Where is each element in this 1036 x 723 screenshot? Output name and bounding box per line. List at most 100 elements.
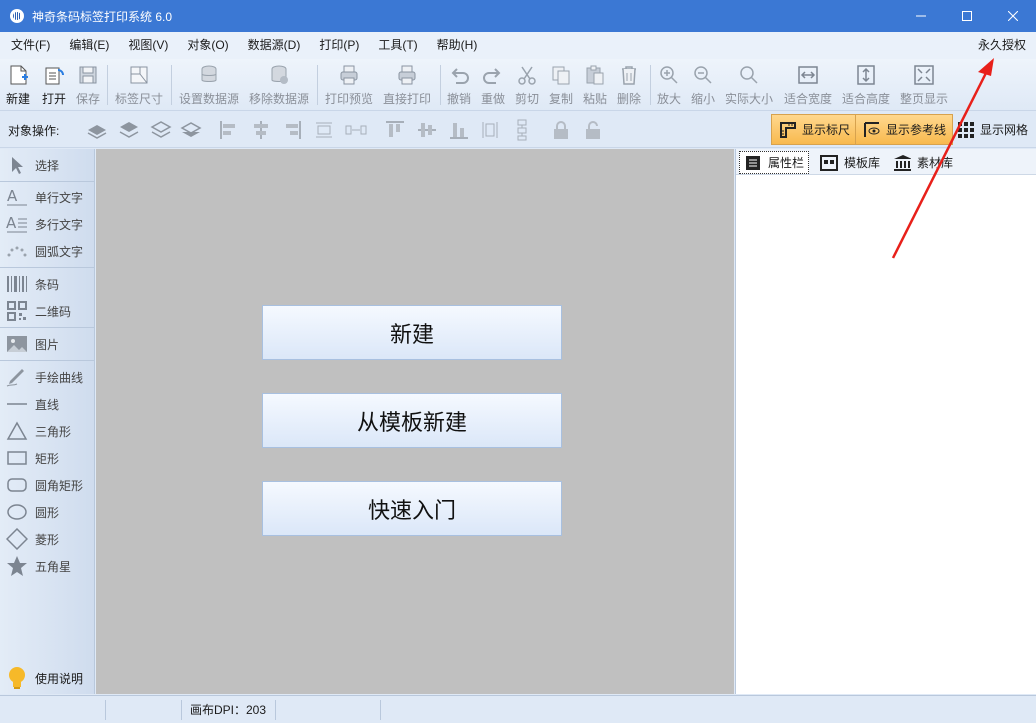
direct-print-button[interactable]: 直接打印 (383, 63, 431, 109)
svg-text:A: A (6, 214, 17, 232)
distribute-spacing-icon[interactable] (345, 119, 367, 141)
print-preview-icon (337, 63, 361, 87)
open-icon (42, 63, 66, 87)
triangle-icon (6, 420, 28, 442)
ellipse-icon (6, 501, 28, 523)
zoom-out-button[interactable]: 缩小 (691, 63, 715, 109)
tab-assets[interactable]: 素材库 (889, 151, 957, 174)
menu-tools[interactable]: 工具(T) (367, 32, 425, 59)
start-from-template-button[interactable]: 从模板新建 (262, 393, 562, 448)
align-left-icon[interactable] (218, 119, 240, 141)
tool-single-text[interactable]: A 单行文字 (6, 186, 83, 208)
show-guides-toggle[interactable]: 显示参考线 (855, 114, 954, 145)
minimize-button[interactable] (898, 0, 944, 32)
zoom-in-button[interactable]: 放大 (657, 63, 681, 109)
tool-multi-text[interactable]: A 多行文字 (6, 213, 83, 235)
lock-icon[interactable] (550, 119, 572, 141)
menu-help[interactable]: 帮助(H) (426, 32, 486, 59)
align-middle-icon[interactable] (416, 119, 438, 141)
status-segment-1 (0, 700, 106, 720)
zoom-out-icon (691, 63, 715, 87)
menu-object[interactable]: 对象(O) (176, 32, 236, 59)
group-icon[interactable] (511, 119, 533, 141)
lightbulb-icon (6, 667, 28, 689)
align-center-icon[interactable] (250, 119, 272, 141)
single-line-text-icon: A (6, 186, 28, 208)
tool-triangle[interactable]: 三角形 (6, 420, 71, 442)
close-button[interactable] (990, 0, 1036, 32)
print-preview-button[interactable]: 打印预览 (325, 63, 373, 109)
show-grid-toggle[interactable]: 显示网格 (950, 114, 1034, 145)
barcode-icon (6, 273, 28, 295)
fit-page-button[interactable]: 整页显示 (900, 63, 948, 109)
align-right-icon[interactable] (281, 119, 303, 141)
undo-button[interactable]: 撤销 (447, 63, 471, 109)
open-button[interactable]: 打开 (42, 63, 66, 109)
start-new-button[interactable]: 新建 (262, 305, 562, 360)
set-datasource-button[interactable]: 设置数据源 (179, 63, 239, 109)
title-bar: 神奇条码标签打印系统 6.0 (0, 0, 1036, 32)
maximize-button[interactable] (944, 0, 990, 32)
fit-height-button[interactable]: 适合高度 (842, 63, 890, 109)
bring-forward-icon[interactable] (118, 119, 140, 141)
main-toolbar: 新建 打开 保存 标签尺寸 设置数据源 移除数据源 打印预览 直接打印 撤销 重… (0, 59, 1036, 111)
menu-datasource[interactable]: 数据源(D) (237, 32, 309, 59)
right-panel: 属性栏 模板库 素材库 (735, 149, 1036, 694)
tool-arc-text[interactable]: 圆弧文字 (6, 240, 83, 262)
fit-width-button[interactable]: 适合宽度 (784, 63, 832, 109)
list-icon (744, 154, 762, 172)
template-icon (820, 154, 838, 172)
tool-select[interactable]: 选择 (6, 154, 59, 176)
pencil-icon (6, 366, 28, 388)
tool-barcode[interactable]: 条码 (6, 273, 59, 295)
redo-button[interactable]: 重做 (481, 63, 505, 109)
send-backward-icon[interactable] (150, 119, 172, 141)
qrcode-icon (6, 300, 28, 322)
guides-icon (862, 120, 882, 140)
tool-rounded-rectangle[interactable]: 圆角矩形 (6, 474, 83, 496)
tool-line[interactable]: 直线 (6, 393, 59, 415)
send-to-back-icon[interactable] (180, 119, 202, 141)
tool-ellipse[interactable]: 圆形 (6, 501, 59, 523)
help-guide[interactable]: 使用说明 (6, 667, 83, 689)
tab-properties[interactable]: 属性栏 (739, 151, 810, 174)
tab-templates[interactable]: 模板库 (816, 151, 884, 174)
grid-icon (956, 120, 976, 140)
label-size-icon (127, 63, 151, 87)
save-button[interactable]: 保存 (76, 63, 100, 109)
menu-view[interactable]: 视图(V) (117, 32, 176, 59)
tool-star[interactable]: 五角星 (6, 555, 71, 577)
menu-file[interactable]: 文件(F) (0, 32, 58, 59)
close-icon (1008, 11, 1018, 21)
status-segment-2 (106, 700, 182, 720)
tool-image[interactable]: 图片 (6, 333, 59, 355)
app-icon (10, 9, 24, 23)
tool-diamond[interactable]: 菱形 (6, 528, 59, 550)
license-link[interactable]: 永久授权 (978, 32, 1026, 59)
new-button[interactable]: 新建 (6, 63, 30, 109)
distribute-vertical-icon[interactable] (479, 119, 501, 141)
trash-icon (617, 63, 641, 87)
quick-start-button[interactable]: 快速入门 (262, 481, 562, 536)
label-size-button[interactable]: 标签尺寸 (115, 63, 163, 109)
cut-button[interactable]: 剪切 (515, 63, 539, 109)
align-bottom-icon[interactable] (448, 119, 470, 141)
tool-rectangle[interactable]: 矩形 (6, 447, 59, 469)
show-ruler-toggle[interactable]: 显示标尺 (771, 114, 858, 145)
tool-freehand[interactable]: 手绘曲线 (6, 366, 83, 388)
object-ops-label: 对象操作: (8, 124, 60, 138)
printer-icon (395, 63, 419, 87)
align-top-icon[interactable] (384, 119, 406, 141)
paste-button[interactable]: 粘贴 (583, 63, 607, 109)
menu-print[interactable]: 打印(P) (308, 32, 367, 59)
actual-size-button[interactable]: 实际大小 (725, 63, 773, 109)
remove-datasource-button[interactable]: 移除数据源 (249, 63, 309, 109)
delete-button[interactable]: 删除 (617, 63, 641, 109)
menu-edit[interactable]: 编辑(E) (58, 32, 117, 59)
tool-qrcode[interactable]: 二维码 (6, 300, 71, 322)
unlock-icon[interactable] (582, 119, 604, 141)
copy-button[interactable]: 复制 (549, 63, 573, 109)
distribute-horizontal-icon[interactable] (313, 119, 335, 141)
arc-text-icon (6, 240, 28, 262)
bring-to-front-icon[interactable] (86, 119, 108, 141)
